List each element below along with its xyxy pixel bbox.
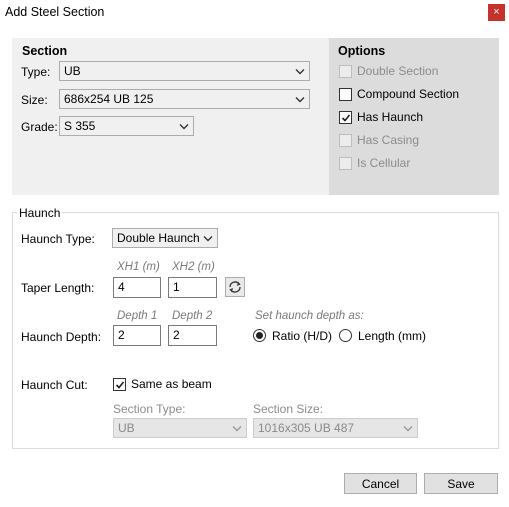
- has-casing-checkbox[interactable]: [339, 134, 352, 147]
- haunch-depth-label: Haunch Depth:: [21, 330, 102, 344]
- type-select[interactable]: UB: [59, 61, 310, 81]
- cut-section-type-value: UB: [118, 421, 135, 435]
- cut-section-size-select[interactable]: 1016x305 UB 487: [253, 418, 418, 438]
- cut-section-size-value: 1016x305 UB 487: [258, 421, 355, 435]
- swap-ab-icon: [229, 281, 241, 293]
- size-label: Size:: [21, 93, 48, 107]
- depth1-header: Depth 1: [117, 310, 158, 322]
- swap-button[interactable]: [225, 277, 245, 297]
- chevron-down-icon: [295, 96, 305, 102]
- size-select-value: 686x254 UB 125: [64, 92, 154, 106]
- radio-selected-dot: [256, 332, 263, 339]
- depth2-header: Depth 2: [172, 310, 213, 322]
- has-casing-label: Has Casing: [357, 133, 420, 147]
- chevron-down-icon: [232, 425, 242, 431]
- window-title: Add Steel Section: [5, 5, 105, 19]
- haunch-type-label: Haunch Type:: [21, 232, 95, 246]
- type-label: Type:: [21, 65, 51, 79]
- double-section-label: Double Section: [357, 64, 439, 78]
- length-label: Length (mm): [358, 329, 427, 343]
- close-icon: ×: [493, 6, 500, 18]
- is-cellular-label: Is Cellular: [357, 156, 411, 170]
- compound-section-label: Compound Section: [357, 87, 460, 101]
- grade-label: Grade:: [21, 120, 58, 134]
- ratio-radio[interactable]: [253, 329, 266, 342]
- haunch-cut-label: Haunch Cut:: [21, 378, 88, 392]
- type-select-value: UB: [64, 64, 81, 78]
- ratio-label: Ratio (H/D): [272, 329, 333, 343]
- compound-section-checkbox[interactable]: [339, 88, 352, 101]
- checkmark-icon: [115, 380, 124, 389]
- xh1-input[interactable]: 4: [113, 277, 161, 298]
- haunch-type-value: Double Haunch: [117, 231, 200, 245]
- same-as-beam-label: Same as beam: [131, 377, 212, 391]
- taper-length-label: Taper Length:: [21, 281, 95, 295]
- cut-section-type-header: Section Type:: [113, 402, 186, 416]
- has-haunch-label: Has Haunch: [357, 110, 424, 124]
- haunch-type-select[interactable]: Double Haunch: [112, 228, 218, 248]
- depth1-input[interactable]: 2: [113, 325, 161, 346]
- cancel-button[interactable]: Cancel: [344, 473, 417, 494]
- chevron-down-icon: [295, 68, 305, 74]
- close-button[interactable]: ×: [488, 4, 505, 21]
- length-radio[interactable]: [339, 329, 352, 342]
- cut-section-size-header: Section Size:: [253, 402, 324, 416]
- xh2-input[interactable]: 1: [168, 277, 217, 298]
- grade-select-value: S 355: [64, 119, 96, 133]
- section-heading: Section: [22, 44, 68, 58]
- same-as-beam-checkbox[interactable]: [113, 378, 126, 391]
- save-button[interactable]: Save: [424, 473, 498, 494]
- xh2-header: XH2 (m): [172, 261, 215, 273]
- grade-select[interactable]: S 355: [59, 116, 194, 136]
- is-cellular-checkbox[interactable]: [339, 157, 352, 170]
- depth-mode-hint: Set haunch depth as:: [255, 310, 364, 322]
- checkmark-icon: [341, 113, 350, 122]
- chevron-down-icon: [203, 235, 213, 241]
- cut-section-type-select[interactable]: UB: [113, 418, 247, 438]
- chevron-down-icon: [403, 425, 413, 431]
- double-section-checkbox[interactable]: [339, 65, 352, 78]
- chevron-down-icon: [179, 123, 189, 129]
- has-haunch-checkbox[interactable]: [339, 111, 352, 124]
- haunch-group-title: Haunch: [17, 206, 63, 220]
- xh1-header: XH1 (m): [117, 261, 160, 273]
- options-heading: Options: [338, 44, 386, 58]
- depth2-input[interactable]: 2: [168, 325, 217, 346]
- size-select[interactable]: 686x254 UB 125: [59, 89, 310, 109]
